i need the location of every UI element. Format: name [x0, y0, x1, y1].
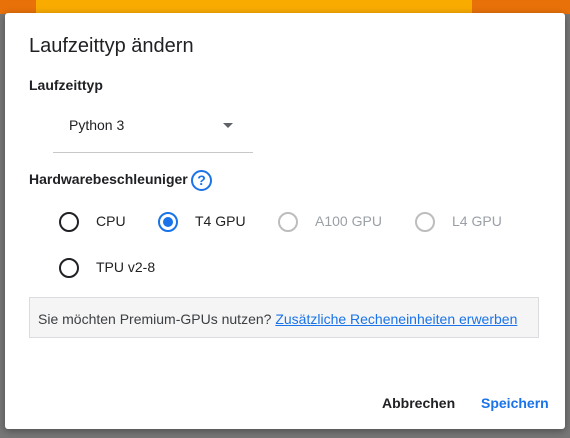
runtime-type-label: Laufzeittyp — [29, 77, 103, 93]
premium-gpu-text: Sie möchten Premium-GPUs nutzen? — [38, 311, 276, 327]
runtime-type-value: Python 3 — [69, 117, 125, 133]
dropdown-arrow-icon — [223, 123, 233, 128]
change-runtime-dialog: Laufzeittyp ändern Laufzeittyp Python 3 … — [5, 13, 565, 429]
radio-label-cpu: CPU — [96, 213, 126, 229]
radio-tpu-v2-8[interactable] — [59, 258, 79, 278]
radio-label-tpu-v2-8: TPU v2-8 — [96, 259, 156, 275]
radio-cpu[interactable] — [59, 212, 79, 232]
radio-label-t4-gpu: T4 GPU — [195, 213, 246, 229]
radio-label-a100-gpu: A100 GPU — [315, 213, 382, 229]
radio-t4-gpu[interactable] — [158, 212, 178, 232]
radio-l4-gpu[interactable] — [415, 212, 435, 232]
dialog-title: Laufzeittyp ändern — [29, 35, 194, 57]
premium-gpu-info: Sie möchten Premium-GPUs nutzen? Zusätzl… — [38, 311, 517, 327]
runtime-type-select[interactable]: Python 3 — [53, 109, 253, 153]
top-progress-bar — [0, 0, 570, 14]
save-button[interactable]: Speichern — [481, 395, 549, 411]
radio-a100-gpu[interactable] — [278, 212, 298, 232]
radio-label-l4-gpu: L4 GPU — [452, 213, 502, 229]
help-icon[interactable]: ? — [191, 170, 212, 191]
buy-compute-units-link[interactable]: Zusätzliche Recheneinheiten erwerben — [275, 311, 517, 327]
premium-gpu-info-box: Sie möchten Premium-GPUs nutzen? Zusätzl… — [29, 297, 539, 338]
hardware-accelerator-label: Hardwarebeschleuniger — [29, 171, 188, 187]
cancel-button[interactable]: Abbrechen — [382, 395, 455, 411]
